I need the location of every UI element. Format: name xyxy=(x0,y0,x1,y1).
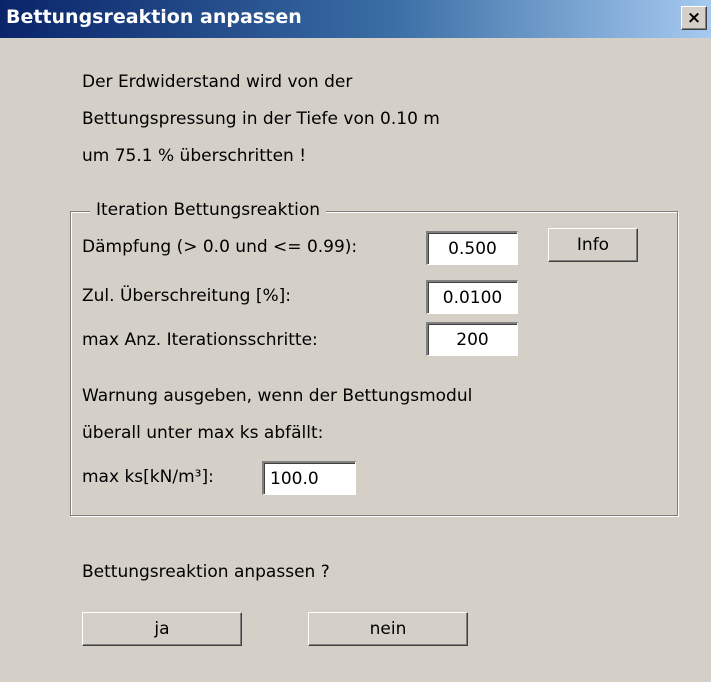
title-bar: Bettungsreaktion anpassen × xyxy=(0,0,711,38)
damping-label: Dämpfung (> 0.0 und <= 0.99): xyxy=(82,237,358,257)
max-steps-input[interactable] xyxy=(426,322,518,356)
groupbox-title: Iteration Bettungsreaktion xyxy=(90,200,327,220)
message-line-2: Bettungspressung in der Tiefe von 0.10 m xyxy=(82,109,440,129)
exceed-label: Zul. Überschreitung [%]: xyxy=(82,286,291,306)
warning-line-2: überall unter max ks abfällt: xyxy=(82,423,324,443)
yes-button[interactable]: ja xyxy=(82,612,242,646)
message-line-3: um 75.1 % überschritten ! xyxy=(82,146,307,166)
dialog-title: Bettungsreaktion anpassen xyxy=(6,6,302,28)
close-button[interactable]: × xyxy=(681,6,707,30)
question-text: Bettungsreaktion anpassen ? xyxy=(82,562,330,582)
info-button[interactable]: Info xyxy=(548,228,638,262)
no-button[interactable]: nein xyxy=(308,612,468,646)
exceed-input[interactable] xyxy=(426,280,518,314)
close-icon: × xyxy=(686,8,702,28)
damping-input[interactable] xyxy=(426,231,518,265)
max-steps-label: max Anz. Iterationsschritte: xyxy=(82,330,318,350)
warning-line-1: Warnung ausgeben, wenn der Bettungsmodul xyxy=(82,386,473,406)
max-ks-label: max ks[kN/m³]: xyxy=(82,467,214,487)
max-ks-input[interactable] xyxy=(262,461,356,495)
message-line-1: Der Erdwiderstand wird von der xyxy=(82,72,353,92)
